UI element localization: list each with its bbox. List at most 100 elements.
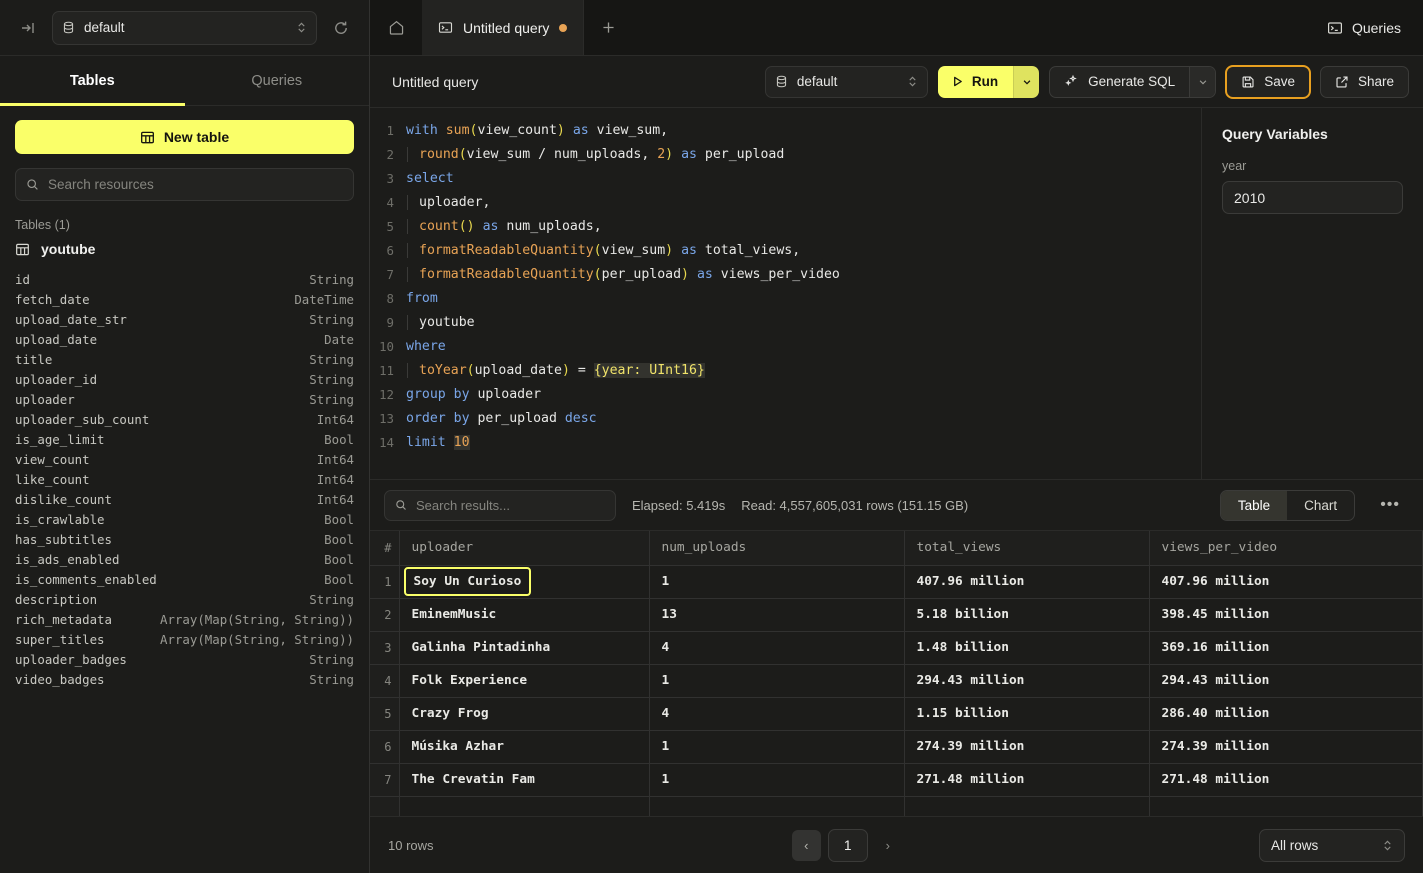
editor-line[interactable]: 4uploader, [370, 190, 1201, 214]
editor-line[interactable]: 3select [370, 166, 1201, 190]
column-row[interactable]: has_subtitlesBool [15, 529, 354, 549]
table-cell-partial[interactable] [370, 796, 399, 816]
table-row[interactable]: 1Soy Un Curioso1407.96 million407.96 mil… [370, 565, 1423, 598]
run-button[interactable]: Run [938, 66, 1013, 98]
editor-line[interactable]: 5count() as num_uploads, [370, 214, 1201, 238]
collapse-left-icon[interactable] [14, 14, 42, 42]
editor-line[interactable]: 9youtube [370, 310, 1201, 334]
cell-num-uploads[interactable]: 1 [649, 565, 904, 598]
generate-sql-caret[interactable] [1189, 67, 1215, 97]
prev-page-button[interactable]: ‹ [792, 830, 821, 861]
cell-total-views[interactable]: 274.39 million [904, 730, 1149, 763]
column-row[interactable]: is_crawlableBool [15, 509, 354, 529]
cell-num-uploads[interactable]: 1 [649, 763, 904, 796]
cell-total-views[interactable]: 407.96 million [904, 565, 1149, 598]
new-table-button[interactable]: New table [15, 120, 354, 154]
table-row[interactable]: 5Crazy Frog41.15 billion286.40 million [370, 697, 1423, 730]
sidebar-tab-queries[interactable]: Queries [185, 56, 370, 105]
view-mode-table[interactable]: Table [1221, 491, 1287, 520]
cell-uploader[interactable]: The Crevatin Fam [399, 763, 649, 796]
column-row[interactable]: like_countInt64 [15, 469, 354, 489]
editor-line[interactable]: 11toYear(upload_date) = {year: UInt16} [370, 358, 1201, 382]
cell-total-views[interactable]: 5.18 billion [904, 598, 1149, 631]
cell-uploader[interactable]: Galinha Pintadinha [399, 631, 649, 664]
cell-num-uploads[interactable]: 13 [649, 598, 904, 631]
cell-views-per-video[interactable]: 274.39 million [1149, 730, 1423, 763]
table-row[interactable]: 4Folk Experience1294.43 million294.43 mi… [370, 664, 1423, 697]
cell-total-views[interactable]: 294.43 million [904, 664, 1149, 697]
column-row[interactable]: upload_date_strString [15, 309, 354, 329]
cell-views-per-video[interactable]: 286.40 million [1149, 697, 1423, 730]
sidebar-table-youtube[interactable]: youtube [15, 241, 354, 257]
page-number-input[interactable]: 1 [828, 829, 868, 862]
column-row[interactable]: uploader_badgesString [15, 649, 354, 669]
save-button[interactable]: Save [1226, 66, 1310, 98]
column-row[interactable]: video_badgesString [15, 669, 354, 689]
cell-total-views[interactable]: 1.48 billion [904, 631, 1149, 664]
cell-uploader[interactable]: Folk Experience [399, 664, 649, 697]
cell-num-uploads[interactable]: 4 [649, 631, 904, 664]
column-row[interactable]: is_comments_enabledBool [15, 569, 354, 589]
next-page-button[interactable]: › [875, 838, 901, 853]
col-header-num-uploads[interactable]: num_uploads [649, 531, 904, 565]
cell-views-per-video[interactable]: 271.48 million [1149, 763, 1423, 796]
new-tab-button[interactable] [584, 0, 632, 55]
cell-views-per-video[interactable]: 369.16 million [1149, 631, 1423, 664]
resource-search-box[interactable] [15, 168, 354, 201]
column-row[interactable]: titleString [15, 349, 354, 369]
results-search-box[interactable] [384, 490, 616, 521]
table-row[interactable]: 3Galinha Pintadinha41.48 billion369.16 m… [370, 631, 1423, 664]
table-row[interactable]: 7The Crevatin Fam1271.48 million271.48 m… [370, 763, 1423, 796]
editor-line[interactable]: 6formatReadableQuantity(view_sum) as tot… [370, 238, 1201, 262]
editor-line[interactable]: 8from [370, 286, 1201, 310]
results-grid-wrapper[interactable]: # uploader num_uploads total_views views… [370, 530, 1423, 816]
column-row[interactable]: fetch_dateDateTime [15, 289, 354, 309]
editor-line[interactable]: 10where [370, 334, 1201, 358]
search-input[interactable] [48, 177, 343, 192]
column-row[interactable]: descriptionString [15, 589, 354, 609]
column-row[interactable]: dislike_countInt64 [15, 489, 354, 509]
editor-line[interactable]: 2round(view_sum / num_uploads, 2) as per… [370, 142, 1201, 166]
cell-uploader[interactable]: Músika Azhar [399, 730, 649, 763]
col-header-total-views[interactable]: total_views [904, 531, 1149, 565]
sql-editor[interactable]: 1with sum(view_count) as view_sum,2round… [370, 108, 1201, 479]
cell-views-per-video[interactable]: 294.43 million [1149, 664, 1423, 697]
cell-num-uploads[interactable]: 4 [649, 697, 904, 730]
editor-line[interactable]: 14limit 10 [370, 430, 1201, 454]
results-search-input[interactable] [416, 498, 605, 513]
ellipsis-icon[interactable]: ••• [1371, 496, 1409, 514]
refresh-icon[interactable] [327, 14, 355, 42]
column-row[interactable]: upload_dateDate [15, 329, 354, 349]
cell-num-uploads[interactable]: 1 [649, 664, 904, 697]
column-row[interactable]: is_ads_enabledBool [15, 549, 354, 569]
cell-total-views[interactable]: 1.15 billion [904, 697, 1149, 730]
sidebar-database-select[interactable]: default [52, 11, 317, 45]
table-row[interactable]: 6Músika Azhar1274.39 million274.39 milli… [370, 730, 1423, 763]
editor-line[interactable]: 7formatReadableQuantity(per_upload) as v… [370, 262, 1201, 286]
table-row[interactable] [370, 796, 1423, 816]
view-mode-chart[interactable]: Chart [1287, 491, 1354, 520]
query-database-select[interactable]: default [765, 66, 928, 98]
page-size-select[interactable]: All rows [1259, 829, 1405, 862]
cell-views-per-video[interactable]: 407.96 million [1149, 565, 1423, 598]
column-row[interactable]: uploader_idString [15, 369, 354, 389]
cell-num-uploads[interactable]: 1 [649, 730, 904, 763]
home-icon[interactable] [370, 0, 422, 55]
sidebar-tab-tables[interactable]: Tables [0, 56, 185, 105]
share-button[interactable]: Share [1320, 66, 1409, 98]
cell-uploader[interactable]: EminemMusic [399, 598, 649, 631]
generate-sql-button[interactable]: Generate SQL [1050, 67, 1189, 97]
table-row[interactable]: 2EminemMusic135.18 billion398.45 million [370, 598, 1423, 631]
editor-line[interactable]: 13order by per_upload desc [370, 406, 1201, 430]
run-options-caret[interactable] [1013, 66, 1039, 98]
editor-line[interactable]: 1with sum(view_count) as view_sum, [370, 118, 1201, 142]
table-cell-partial[interactable] [904, 796, 1149, 816]
table-cell-partial[interactable] [399, 796, 649, 816]
cell-uploader[interactable]: Soy Un Curioso [399, 565, 649, 598]
column-row[interactable]: rich_metadataArray(Map(String, String)) [15, 609, 354, 629]
col-header-uploader[interactable]: uploader [399, 531, 649, 565]
table-cell-partial[interactable] [1149, 796, 1423, 816]
cell-views-per-video[interactable]: 398.45 million [1149, 598, 1423, 631]
editor-line[interactable]: 12group by uploader [370, 382, 1201, 406]
col-header-views-per-video[interactable]: views_per_video [1149, 531, 1423, 565]
